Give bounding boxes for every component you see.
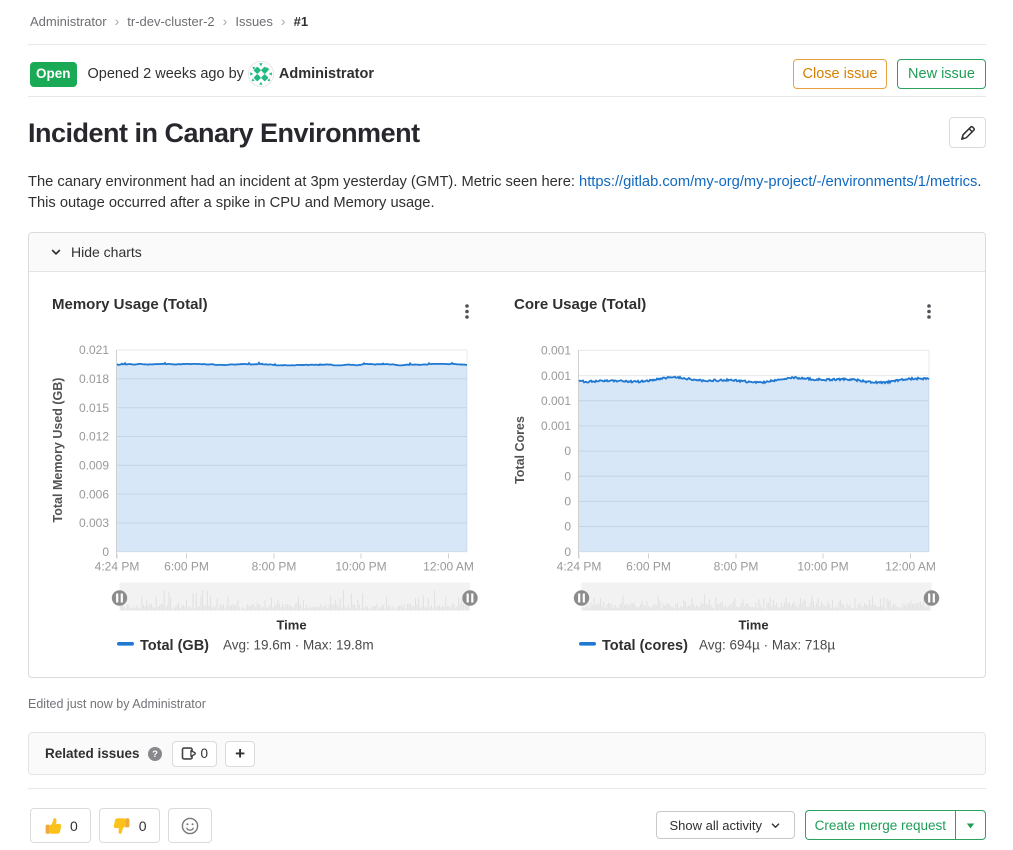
svg-text:0: 0 — [564, 469, 571, 483]
svg-text:Memory Usage (Total): Memory Usage (Total) — [52, 296, 208, 313]
svg-text:0.015: 0.015 — [79, 401, 109, 415]
svg-text:Total Memory Used (GB): Total Memory Used (GB) — [51, 378, 65, 523]
svg-text:Total Cores: Total Cores — [513, 416, 527, 484]
svg-text:10:00 PM: 10:00 PM — [797, 560, 848, 574]
svg-text:0: 0 — [564, 444, 571, 458]
svg-text:0: 0 — [564, 495, 571, 509]
svg-text:10:00 PM: 10:00 PM — [335, 560, 386, 574]
svg-text:0: 0 — [564, 545, 571, 559]
svg-text:?: ? — [152, 749, 158, 760]
svg-text:0.003: 0.003 — [79, 516, 109, 530]
svg-text:0.021: 0.021 — [79, 343, 109, 357]
svg-text:0: 0 — [102, 545, 109, 559]
svg-text:Avg: 694µ · Max: 718µ: Avg: 694µ · Max: 718µ — [699, 638, 835, 653]
svg-text:Time: Time — [276, 618, 306, 633]
svg-text:0.006: 0.006 — [79, 487, 109, 501]
svg-text:0.001: 0.001 — [541, 369, 571, 383]
svg-text:Total (GB): Total (GB) — [140, 638, 209, 654]
svg-text:0: 0 — [564, 520, 571, 534]
svg-text:12:00 AM: 12:00 AM — [885, 560, 936, 574]
svg-text:0.001: 0.001 — [541, 394, 571, 408]
svg-text:Total (cores): Total (cores) — [602, 638, 688, 654]
svg-text:0.001: 0.001 — [541, 419, 571, 433]
svg-text:6:00 PM: 6:00 PM — [164, 560, 209, 574]
svg-text:8:00 PM: 8:00 PM — [714, 560, 759, 574]
svg-text:0.001: 0.001 — [541, 344, 571, 358]
svg-text:4:24 PM: 4:24 PM — [557, 560, 602, 574]
svg-text:Core Usage (Total): Core Usage (Total) — [514, 296, 646, 313]
svg-text:4:24 PM: 4:24 PM — [95, 560, 140, 574]
svg-text:8:00 PM: 8:00 PM — [252, 560, 297, 574]
svg-text:Time: Time — [738, 618, 768, 633]
svg-text:Avg: 19.6m · Max: 19.8m: Avg: 19.6m · Max: 19.8m — [223, 638, 374, 653]
svg-text:0.018: 0.018 — [79, 372, 109, 386]
svg-text:0.009: 0.009 — [79, 459, 109, 473]
svg-text:0.012: 0.012 — [79, 430, 109, 444]
svg-text:6:00 PM: 6:00 PM — [626, 560, 671, 574]
svg-text:12:00 AM: 12:00 AM — [423, 560, 474, 574]
